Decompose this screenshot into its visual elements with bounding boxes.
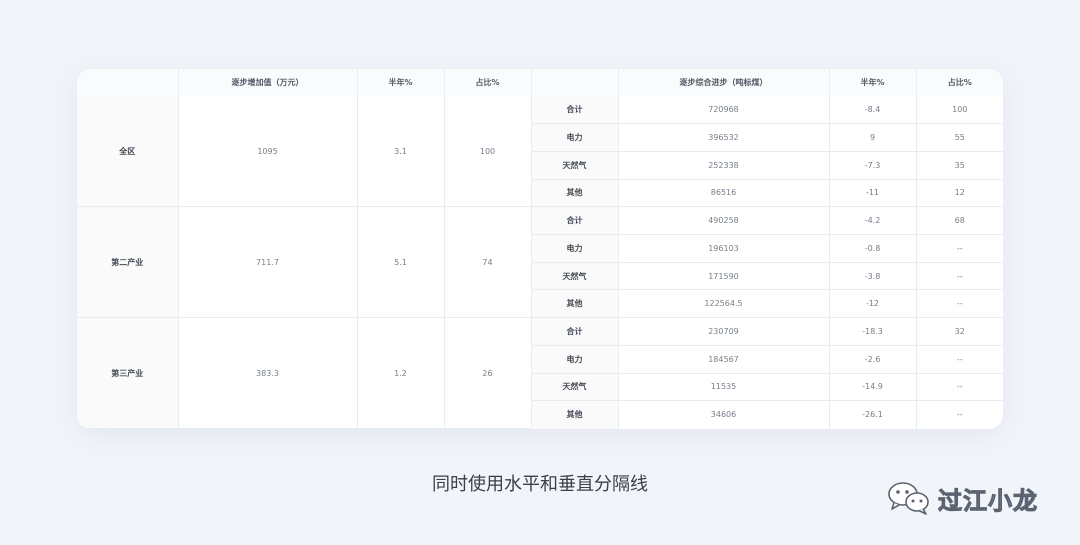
energy-share: 12 [915, 178, 1003, 208]
energy-half-year: -3.8 [828, 261, 917, 291]
table-row: 全区 1095 3.1 100 合计 720968 -8.4 100 [77, 96, 1003, 208]
energy-type: 电力 [531, 344, 619, 374]
energy-type: 合计 [530, 206, 619, 236]
energy-half-year: -7.3 [828, 150, 917, 180]
energy-half-year: -12 [828, 289, 917, 319]
sector-half-year: 1.2 [356, 317, 445, 429]
energy-share: -- [915, 344, 1003, 374]
sector-share: 74 [443, 206, 532, 319]
energy-amount: 396532 [617, 123, 830, 152]
energy-amount: 252338 [617, 150, 830, 180]
energy-share: -- [915, 289, 1003, 319]
energy-type: 电力 [531, 123, 619, 152]
energy-type: 天然气 [531, 372, 619, 402]
energy-amount: 720968 [617, 96, 830, 125]
energy-type: 其他 [531, 178, 619, 208]
watermark-text: 过江小龙 [938, 486, 1038, 515]
energy-half-year: -4.2 [828, 206, 917, 236]
energy-half-year: -26.1 [828, 400, 917, 429]
energy-amount: 122564.5 [617, 289, 830, 319]
energy-share: -- [915, 400, 1003, 429]
sector-name: 全区 [77, 96, 179, 208]
energy-type: 天然气 [531, 261, 619, 291]
energy-half-year: -14.9 [828, 372, 917, 402]
energy-share: 55 [915, 123, 1003, 152]
header-half-year: 半年% [356, 69, 445, 96]
energy-type: 其他 [531, 400, 619, 429]
sector-share: 26 [443, 317, 532, 429]
energy-amount: 11535 [617, 372, 830, 402]
header-energy-half-year: 半年% [828, 69, 917, 96]
energy-half-year: -11 [828, 178, 917, 208]
energy-share: 68 [915, 206, 1003, 236]
energy-share: -- [915, 261, 1003, 291]
energy-amount: 196103 [617, 234, 830, 263]
energy-half-year: -2.6 [828, 344, 917, 374]
sector-value: 383.3 [177, 317, 358, 429]
energy-share: 32 [915, 317, 1003, 346]
sector-half-year: 5.1 [356, 206, 445, 319]
energy-share: 100 [915, 96, 1003, 125]
energy-half-year: -0.8 [828, 234, 917, 263]
energy-amount: 171590 [617, 261, 830, 291]
table-row: 第三产业 383.3 1.2 26 合计 230709 -18.3 32 [77, 317, 1003, 429]
table-row: 第二产业 711.7 5.1 74 合计 490258 -4.2 68 [77, 206, 1003, 319]
energy-half-year: -18.3 [828, 317, 917, 346]
energy-share: -- [915, 234, 1003, 263]
energy-type: 天然气 [531, 150, 619, 180]
header-row: 逐步增加值（万元） 半年% 占比% 逐步综合进步（吨标煤） 半年% 占比% [77, 69, 1003, 96]
sector-half-year: 3.1 [356, 96, 445, 208]
energy-type: 合计 [530, 96, 619, 125]
sector-share: 100 [443, 96, 532, 208]
energy-share: -- [915, 372, 1003, 402]
watermark: 过江小龙 [886, 478, 1038, 518]
wechat-icon [886, 480, 932, 516]
sector-name: 第二产业 [77, 206, 179, 319]
energy-amount: 34606 [617, 400, 830, 429]
energy-amount: 86516 [617, 178, 830, 208]
energy-type: 电力 [531, 234, 619, 263]
header-energy-consumption: 逐步综合进步（吨标煤） [617, 69, 830, 96]
sector-name: 第三产业 [77, 317, 179, 429]
sector-value: 711.7 [177, 206, 358, 319]
data-table-card: 逐步增加值（万元） 半年% 占比% 逐步综合进步（吨标煤） 半年% 占比% 全区… [77, 69, 1003, 429]
energy-amount: 490258 [617, 206, 830, 236]
header-energy-type [530, 69, 619, 96]
energy-table: 逐步增加值（万元） 半年% 占比% 逐步综合进步（吨标煤） 半年% 占比% 全区… [77, 69, 1003, 429]
header-added-value: 逐步增加值（万元） [177, 69, 358, 96]
energy-amount: 230709 [617, 317, 830, 346]
header-sector [77, 69, 179, 96]
energy-type: 其他 [531, 289, 619, 319]
header-energy-share: 占比% [915, 69, 1003, 96]
energy-amount: 184567 [617, 344, 830, 374]
header-share: 占比% [443, 69, 532, 96]
energy-half-year: -8.4 [828, 96, 917, 125]
sector-value: 1095 [177, 96, 358, 208]
energy-type: 合计 [530, 317, 619, 346]
energy-share: 35 [915, 150, 1003, 180]
energy-half-year: 9 [828, 123, 917, 152]
